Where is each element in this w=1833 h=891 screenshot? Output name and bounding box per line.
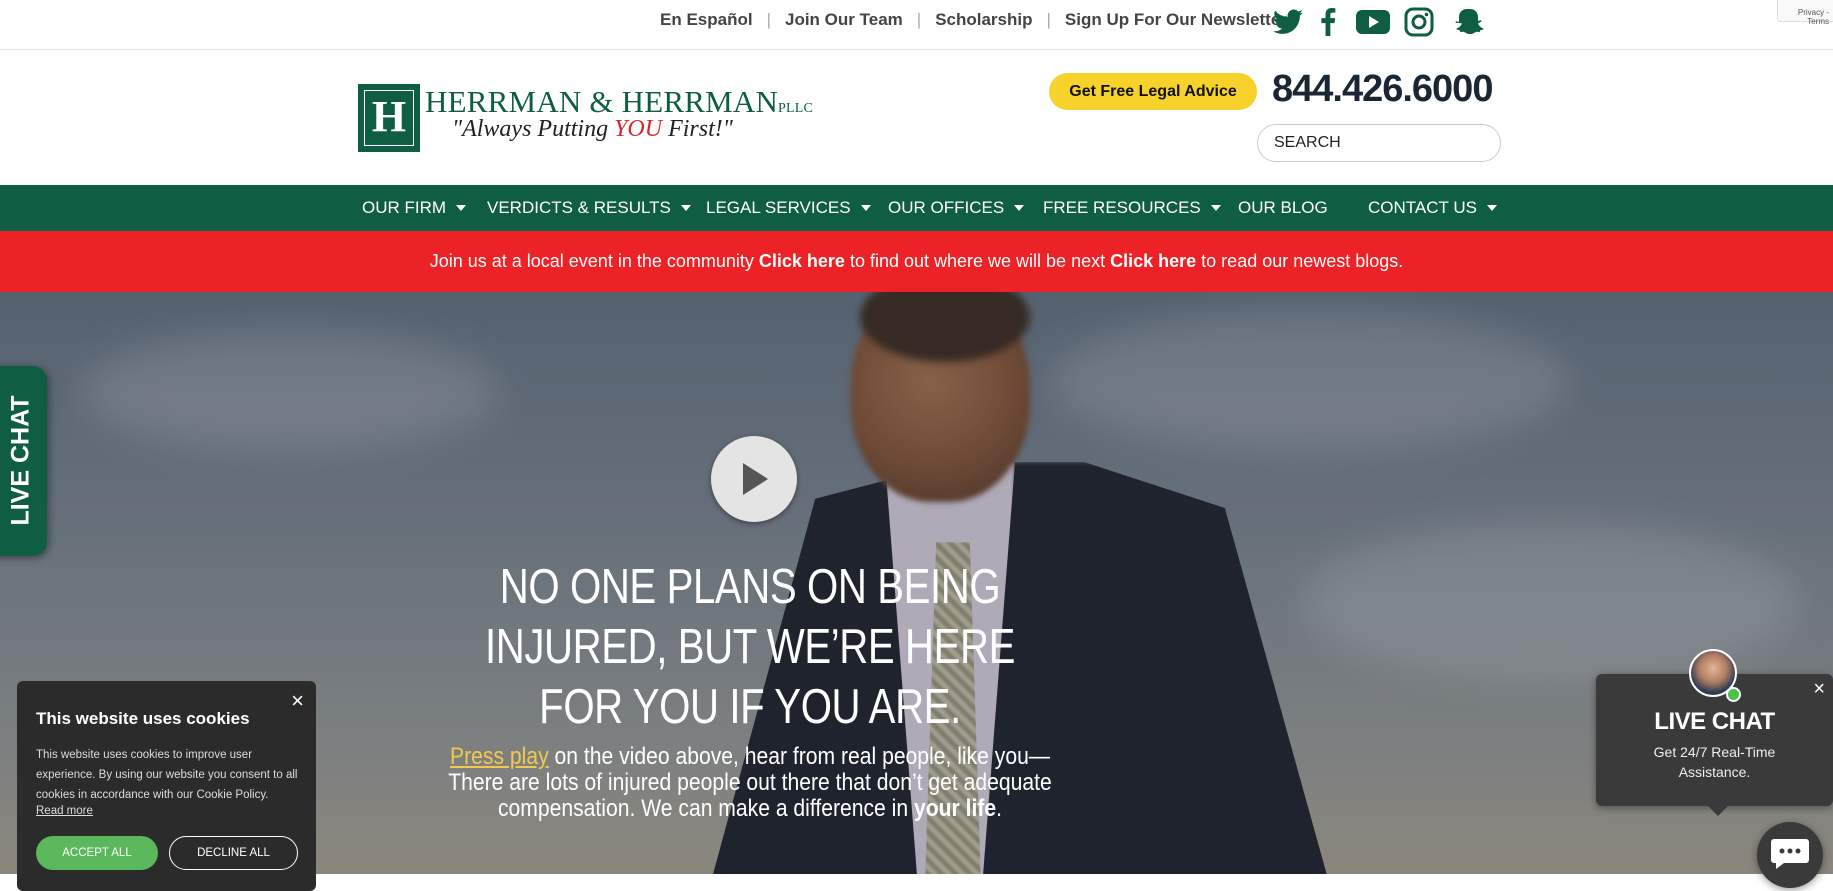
caret-down-icon	[860, 205, 871, 211]
accept-all-button[interactable]: ACCEPT ALL	[36, 836, 158, 870]
press-play-link[interactable]: Press play	[450, 743, 549, 770]
divider: |	[766, 10, 771, 29]
main-nav: OUR FIRM VERDICTS & RESULTS LEGAL SERVIC…	[0, 185, 1833, 231]
announcement-bar: Join us at a local event in the communit…	[0, 231, 1833, 292]
live-chat-side-tab[interactable]: LIVE CHAT	[0, 366, 47, 556]
announcement-text: Join us at a local event in the communit…	[429, 251, 754, 271]
live-chat-side-label: LIVE CHAT	[6, 395, 35, 526]
nav-label: CONTACT US	[1368, 198, 1477, 217]
nav-label: OUR OFFICES	[888, 198, 1005, 217]
snapchat-icon[interactable]	[1453, 6, 1487, 38]
nav-label: VERDICTS & RESULTS	[487, 198, 671, 217]
online-status-dot	[1726, 687, 1741, 702]
events-link[interactable]: Click here	[759, 251, 845, 272]
link-en-espanol[interactable]: En Español	[660, 10, 753, 30]
recaptcha-text: Privacy - Terms	[1797, 8, 1829, 26]
chat-title: LIVE CHAT	[1654, 708, 1775, 735]
play-button[interactable]	[711, 436, 797, 522]
firm-name-text: HERRMAN & HERRMAN	[425, 84, 779, 119]
cookie-read-more-link[interactable]: Read more	[36, 805, 93, 817]
recaptcha-badge[interactable]: Privacy - Terms	[1777, 0, 1833, 26]
nav-label: OUR BLOG	[1238, 198, 1328, 217]
nav-label: LEGAL SERVICES	[706, 198, 851, 217]
cookie-banner: × This website uses cookies This website…	[17, 681, 316, 891]
caret-down-icon	[1014, 205, 1025, 211]
divider: |	[916, 10, 922, 29]
tagline-before: "Always Putting	[452, 116, 615, 142]
nav-free-resources[interactable]: FREE RESOURCES	[1043, 185, 1221, 231]
tagline: "Always Putting YOU First!"	[452, 116, 733, 143]
chat-bubble-icon	[1771, 839, 1809, 869]
hero-subtext-bold: your life	[913, 795, 997, 822]
nav-our-blog[interactable]: OUR BLOG	[1238, 185, 1328, 231]
site-header: H HERRMAN & HERRMANPLLC "Always Putting …	[0, 50, 1833, 185]
divider: |	[1046, 10, 1051, 29]
instagram-icon[interactable]	[1402, 6, 1436, 38]
caret-down-icon	[680, 205, 691, 211]
logo-mark[interactable]: H	[358, 84, 420, 152]
chat-close-icon[interactable]: ×	[1813, 678, 1825, 701]
logo-letter: H	[364, 90, 414, 146]
play-icon	[743, 463, 768, 495]
hero-subtext-line: compensation. We can make a difference i…	[497, 795, 914, 822]
nav-contact-us[interactable]: CONTACT US	[1368, 185, 1497, 231]
hero-subtext-line: There are lots of injured people out the…	[448, 769, 1052, 796]
facebook-icon[interactable]	[1311, 6, 1345, 38]
announcement-text: to read our newest blogs.	[1201, 251, 1404, 271]
hero-subtext-end: .	[996, 795, 1003, 822]
chat-launcher-button[interactable]	[1757, 822, 1823, 888]
caret-down-icon	[456, 205, 467, 211]
nav-label: OUR FIRM	[362, 198, 447, 217]
hero-headline: NO ONE PLANS ON BEING INJURED, BUT WE’RE…	[484, 560, 1016, 734]
cookie-body: This website uses cookies to improve use…	[36, 749, 298, 801]
firm-suffix: PLLC	[778, 101, 814, 116]
decline-all-button[interactable]: DECLINE ALL	[169, 836, 298, 870]
free-legal-advice-button[interactable]: Get Free Legal Advice	[1049, 73, 1257, 110]
nav-our-offices[interactable]: OUR OFFICES	[888, 185, 1025, 231]
firm-name[interactable]: HERRMAN & HERRMANPLLC	[425, 84, 813, 120]
top-links: En Español | Join Our Team | Scholarship…	[660, 10, 1287, 30]
nav-legal-services[interactable]: LEGAL SERVICES	[706, 185, 871, 231]
hero-subtext: Press play on the video above, hear from…	[424, 744, 1075, 822]
blogs-link[interactable]: Click here	[1110, 251, 1196, 272]
cookie-title: This website uses cookies	[36, 709, 250, 728]
twitter-icon[interactable]	[1271, 6, 1305, 38]
nav-verdicts-results[interactable]: VERDICTS & RESULTS	[487, 185, 691, 231]
link-newsletter[interactable]: Sign Up For Our Newsletter	[1065, 10, 1287, 30]
search-input[interactable]	[1257, 124, 1501, 162]
chat-subtitle: Get 24/7 Real-Time Assistance.	[1653, 744, 1776, 780]
nav-our-firm[interactable]: OUR FIRM	[362, 185, 467, 231]
cookie-close-icon[interactable]: ×	[291, 688, 304, 714]
announcement-text: to find out where we will be next	[849, 251, 1106, 271]
caret-down-icon	[1486, 205, 1497, 211]
caret-down-icon	[1210, 205, 1221, 211]
hero-subtext-line: on the video above, hear from real peopl…	[548, 743, 1050, 770]
top-utility-bar: En Español | Join Our Team | Scholarship…	[0, 0, 1833, 50]
tagline-you: YOU	[614, 116, 663, 142]
link-scholarship[interactable]: Scholarship	[935, 10, 1032, 30]
tagline-after: First!"	[662, 116, 733, 142]
nav-label: FREE RESOURCES	[1043, 198, 1201, 217]
youtube-icon[interactable]	[1353, 6, 1393, 38]
link-join-our-team[interactable]: Join Our Team	[785, 10, 903, 30]
phone-number[interactable]: 844.426.6000	[1272, 68, 1493, 111]
